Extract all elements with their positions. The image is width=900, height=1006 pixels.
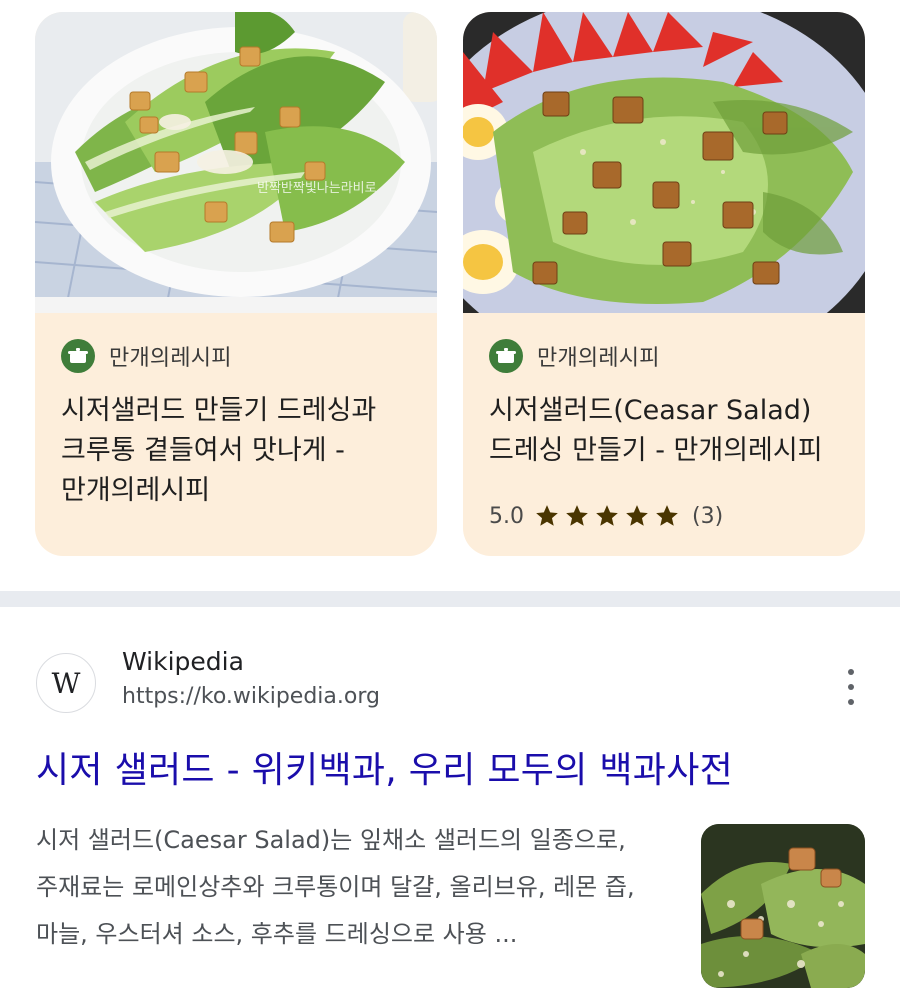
- result-title-link[interactable]: 시저 샐러드 - 위키백과, 우리 모두의 백과사전: [36, 741, 733, 793]
- dot-icon: [848, 699, 854, 705]
- recipe-card-body: 만개의레시피 시저샐러드(Ceasar Salad) 드레싱 만들기 - 만개의…: [463, 313, 865, 556]
- recipe-carousel: 반짝반짝빛나는라비로 만개의레시피 시저샐러드 만들기 드레싱과 크루통 곁들여…: [0, 0, 900, 590]
- star-icon: [596, 505, 618, 526]
- more-options-button[interactable]: [836, 669, 866, 705]
- site-name[interactable]: Wikipedia: [122, 647, 244, 676]
- star-icon: [656, 505, 678, 526]
- recipe-card-body: 만개의레시피 시저샐러드 만들기 드레싱과 크루통 곁들여서 맛나게 - 만개의…: [35, 313, 437, 556]
- recipe-source[interactable]: 만개의레시피: [61, 339, 232, 373]
- recipe-card-image[interactable]: 반짝반짝빛나는라비로: [35, 12, 437, 313]
- star-icon: [566, 505, 588, 526]
- dot-icon: [848, 684, 854, 690]
- recipe-card-image[interactable]: [463, 12, 865, 313]
- source-name: 만개의레시피: [109, 346, 232, 371]
- wikipedia-logo-icon: W: [36, 653, 96, 713]
- search-result: W Wikipedia https://ko.wikipedia.org 시저 …: [0, 607, 900, 1006]
- image-watermark: 반짝반짝빛나는라비로: [257, 181, 377, 196]
- rating-count: (3): [692, 503, 724, 529]
- dot-icon: [848, 669, 854, 675]
- star-rating: [534, 503, 684, 529]
- star-icon: [536, 505, 558, 526]
- section-divider: [0, 591, 900, 607]
- rating: 5.0 (3): [489, 503, 723, 529]
- site-url[interactable]: https://ko.wikipedia.org: [122, 684, 380, 709]
- source-name: 만개의레시피: [537, 346, 660, 371]
- recipe-card-1[interactable]: 반짝반짝빛나는라비로 만개의레시피 시저샐러드 만들기 드레싱과 크루통 곁들여…: [35, 12, 437, 556]
- result-snippet: 시저 샐러드(Caesar Salad)는 잎채소 샐러드의 일종으로, 주재료…: [36, 826, 635, 948]
- recipe-title[interactable]: 시저샐러드 만들기 드레싱과 크루통 곁들여서 맛나게 - 만개의레시피: [61, 391, 421, 511]
- pot-icon: [489, 339, 523, 373]
- pot-icon: [61, 339, 95, 373]
- rating-value: 5.0: [489, 503, 524, 529]
- recipe-card-2[interactable]: 만개의레시피 시저샐러드(Ceasar Salad) 드레싱 만들기 - 만개의…: [463, 12, 865, 556]
- recipe-title[interactable]: 시저샐러드(Ceasar Salad) 드레싱 만들기 - 만개의레시피: [489, 391, 849, 471]
- recipe-source[interactable]: 만개의레시피: [489, 339, 660, 373]
- star-icon: [626, 505, 648, 526]
- result-thumbnail[interactable]: [701, 824, 865, 988]
